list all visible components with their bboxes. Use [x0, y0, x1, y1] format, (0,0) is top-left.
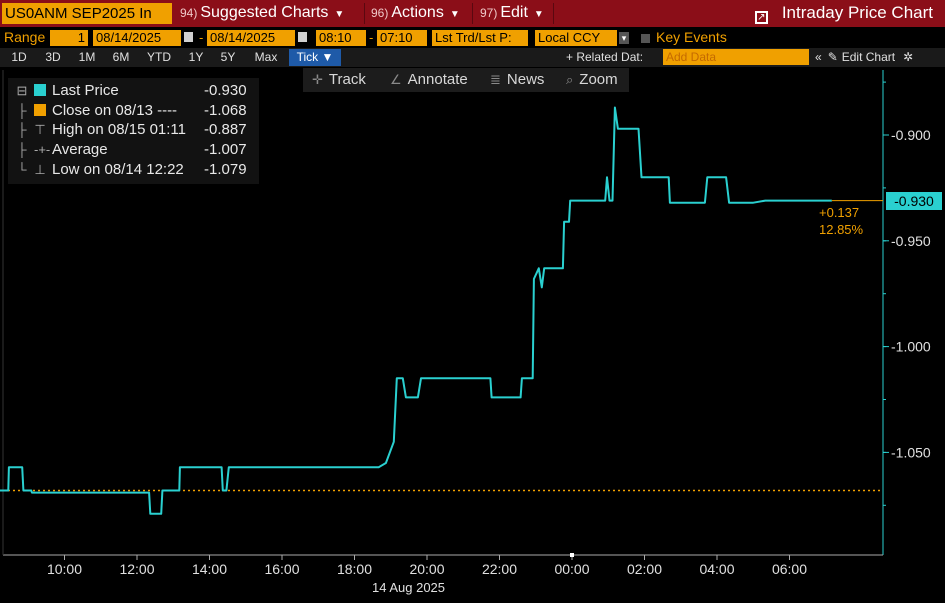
- x-tick-label: 06:00: [772, 561, 807, 577]
- tree-branch-icon: ├: [17, 122, 27, 137]
- x-tick-label: 14:00: [192, 561, 227, 577]
- tree-branch-icon: ├: [17, 103, 27, 118]
- x-tick-label: 02:00: [627, 561, 662, 577]
- tree-end-icon: └: [17, 162, 27, 177]
- change-percent: 12.85%: [819, 222, 864, 237]
- y-tick-label: -0.900: [891, 127, 931, 143]
- y-tick-label: -0.950: [891, 233, 931, 249]
- x-tick-label: 04:00: [699, 561, 734, 577]
- average-line-icon: -+-: [34, 142, 51, 157]
- day-divider-mark: [570, 553, 574, 557]
- y-tick-label: -1.050: [891, 444, 931, 460]
- legend-value: -1.079: [204, 161, 247, 178]
- y-tick-label: -1.000: [891, 339, 931, 355]
- legend-close[interactable]: ├ Close on 08/13 ----: [16, 101, 177, 121]
- close-swatch: [34, 104, 46, 116]
- legend-label: High on 08/15 01:11: [52, 121, 186, 138]
- legend-label: Close on 08/13 ----: [52, 102, 178, 119]
- legend-value: -1.007: [204, 141, 247, 158]
- change-value: +0.137: [819, 205, 860, 220]
- legend-last-price[interactable]: ⊟ Last Price: [16, 81, 119, 101]
- legend-average[interactable]: ├ -+- Average: [16, 140, 108, 160]
- x-tick-label: 12:00: [119, 561, 154, 577]
- legend-value: -0.887: [204, 121, 247, 138]
- legend-label: Average: [52, 141, 108, 158]
- legend-high[interactable]: ├ ⊤ High on 08/15 01:11: [16, 120, 186, 140]
- high-marker-icon: ⊤: [34, 122, 46, 137]
- legend-label: Last Price: [52, 82, 119, 99]
- x-tick-label: 20:00: [409, 561, 444, 577]
- last-price-tag: -0.930: [886, 192, 942, 210]
- x-tick-label: 16:00: [264, 561, 299, 577]
- x-tick-label: 10:00: [47, 561, 82, 577]
- tree-collapse-icon: ⊟: [16, 83, 28, 98]
- low-marker-icon: ⊥: [34, 162, 46, 177]
- legend-low[interactable]: └ ⊥ Low on 08/14 12:22: [16, 160, 184, 180]
- date-axis-label: 14 Aug 2025: [372, 580, 446, 595]
- legend-label: Low on 08/14 12:22: [52, 161, 184, 178]
- legend-value: -0.930: [204, 82, 247, 99]
- tree-branch-icon: ├: [17, 142, 27, 157]
- legend-value: -1.068: [204, 102, 247, 119]
- x-tick-label: 18:00: [337, 561, 372, 577]
- x-tick-label: 22:00: [482, 561, 517, 577]
- x-tick-label: 00:00: [554, 561, 589, 577]
- last-price-swatch: [34, 84, 46, 96]
